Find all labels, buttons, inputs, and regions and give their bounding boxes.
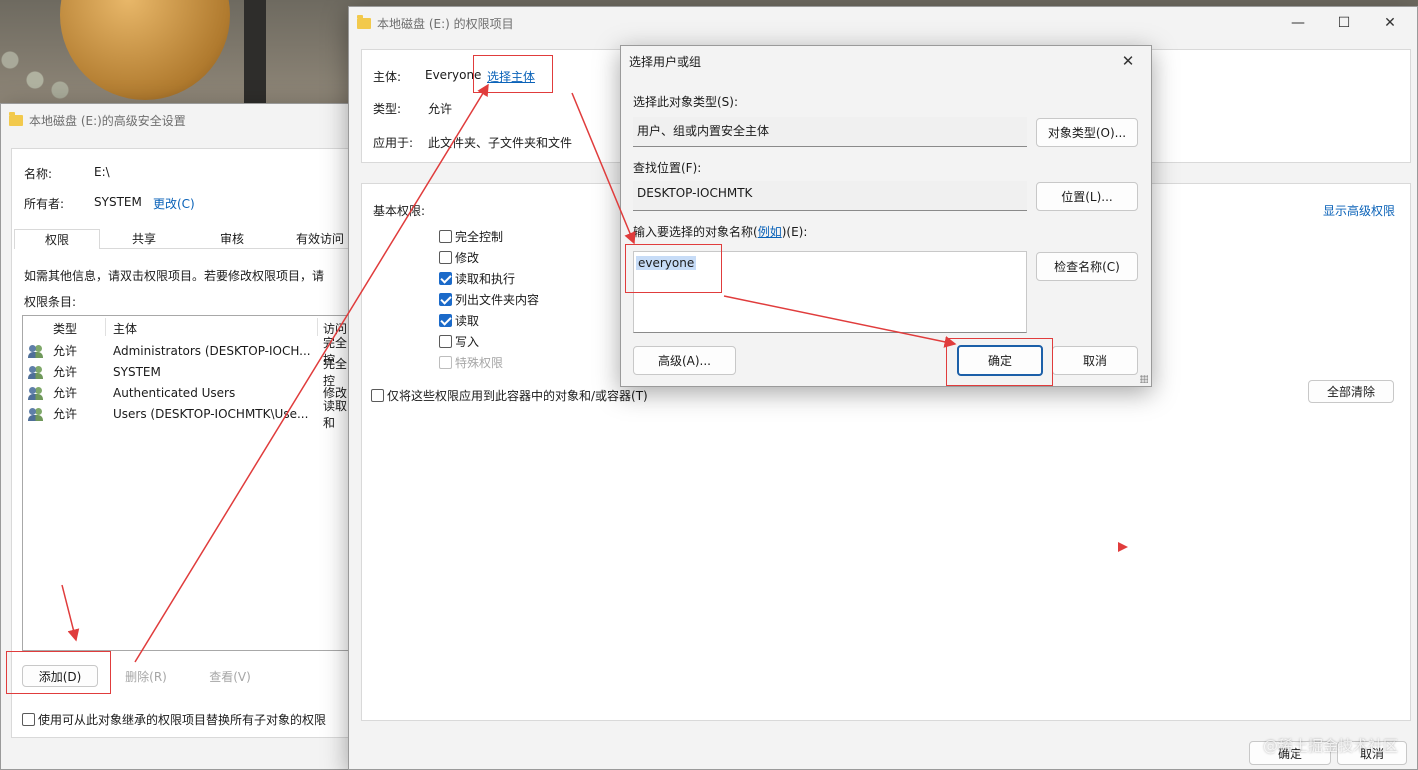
advanced-button[interactable]: 高级(A)... — [633, 346, 736, 375]
remove-button[interactable]: 删除(R) — [108, 665, 184, 687]
owner-label: 所有者: — [24, 197, 65, 211]
user-group-icon — [28, 386, 44, 400]
object-types-button[interactable]: 对象类型(O)... — [1036, 118, 1138, 147]
table-row[interactable]: 允许 Administrators (DESKTOP-IOCH... 完全控 — [23, 336, 357, 367]
watermark-text: @稀土掘金技术社区 — [1262, 737, 1398, 755]
select-users-dialog: 选择用户或组 ✕ 选择此对象类型(S): 用户、组或内置安全主体 对象类型(O)… — [620, 45, 1152, 387]
permission-entries-list[interactable]: 类型 主体 访问 允许 Administrators (DESKTOP-IOCH… — [22, 315, 358, 651]
user-group-icon — [28, 407, 44, 421]
col-type[interactable]: 类型 — [53, 320, 77, 337]
name-label: 名称: — [24, 167, 53, 181]
applies-to-select[interactable]: 此文件夹、子文件夹和文件 — [428, 134, 572, 151]
principal-label: 主体: — [373, 70, 402, 84]
basic-permissions-label: 基本权限: — [373, 204, 426, 218]
row-principal: Users (DESKTOP-IOCHMTK\Use... — [113, 406, 309, 421]
advanced-security-titlebar: 本地磁盘 (E:)的高级安全设置 — [1, 104, 369, 136]
owner-value: SYSTEM — [94, 195, 142, 209]
list-header: 类型 主体 访问 — [23, 316, 357, 338]
perm-modify-label: 修改 — [455, 251, 480, 265]
perm-list-folder-label: 列出文件夹内容 — [455, 293, 540, 307]
examples-link[interactable]: 例如 — [758, 225, 782, 239]
locations-button[interactable]: 位置(L)... — [1036, 182, 1138, 211]
row-principal: SYSTEM — [113, 364, 161, 379]
row-principal: Administrators (DESKTOP-IOCH... — [113, 343, 311, 358]
perm-full-control-checkbox[interactable] — [439, 230, 452, 243]
col-divider — [317, 318, 318, 336]
close-icon[interactable]: ✕ — [1105, 46, 1151, 76]
annotation-box-select-principal — [473, 55, 553, 93]
close-icon[interactable]: ✕ — [1367, 8, 1413, 38]
row-type: 允许 — [53, 344, 78, 358]
advanced-security-panel: 名称: E:\ 所有者: SYSTEM 更改(C) 权限 共享 审核 有效访问 … — [11, 148, 371, 738]
table-row[interactable]: 允许 Users (DESKTOP-IOCHMTK\Use... 读取和 — [23, 399, 357, 430]
perm-list-folder-checkbox[interactable] — [439, 293, 452, 306]
perm-write-label: 写入 — [455, 335, 480, 349]
enter-names-label: 输入要选择的对象名称(例如)(E): — [633, 223, 807, 240]
annotation-box-add — [6, 651, 111, 694]
perm-special-label: 特殊权限 — [455, 356, 504, 370]
table-row[interactable]: 允许 Authenticated Users 修改 — [23, 382, 357, 403]
replace-child-permissions-label[interactable]: 使用可从此对象继承的权限项目替换所有子对象的权限 — [38, 711, 326, 728]
location-label: 查找位置(F): — [633, 161, 702, 175]
annotation-box-ok — [946, 338, 1053, 386]
user-group-icon — [28, 365, 44, 379]
enter-names-label-post: )(E): — [781, 225, 808, 239]
apply-only-container-checkbox[interactable] — [371, 389, 384, 402]
perm-modify-checkbox[interactable] — [439, 251, 452, 264]
change-owner-link[interactable]: 更改(C) — [153, 195, 195, 212]
type-select[interactable]: 允许 — [428, 100, 452, 117]
name-value: E:\ — [94, 165, 110, 179]
applies-to-label: 应用于: — [373, 136, 414, 150]
folder-icon — [357, 14, 371, 29]
resize-grip-icon[interactable] — [1140, 375, 1148, 383]
perm-read-execute-label: 读取和执行 — [455, 272, 516, 286]
tab-auditing[interactable]: 审核 — [188, 229, 276, 249]
enter-names-label-pre: 输入要选择的对象名称( — [633, 225, 758, 239]
perm-special-checkbox — [439, 356, 452, 369]
perm-read-checkbox[interactable] — [439, 314, 452, 327]
row-type: 允许 — [53, 407, 78, 421]
maximize-icon[interactable]: ☐ — [1321, 8, 1367, 38]
folder-icon — [9, 111, 23, 126]
tab-permissions[interactable]: 权限 — [14, 229, 100, 249]
advanced-security-title: 本地磁盘 (E:)的高级安全设置 — [29, 113, 186, 128]
clear-all-button[interactable]: 全部清除 — [1308, 380, 1394, 403]
perm-read-label: 读取 — [455, 314, 480, 328]
col-principal[interactable]: 主体 — [113, 320, 137, 337]
perm-write-checkbox[interactable] — [439, 335, 452, 348]
replace-child-permissions-checkbox[interactable] — [22, 713, 35, 726]
adv-info-text: 如需其他信息，请双击权限项目。若要修改权限项目，请 — [24, 269, 325, 283]
wallpaper-pole — [244, 0, 266, 105]
select-users-titlebar: 选择用户或组 ✕ — [621, 46, 1151, 76]
select-users-title: 选择用户或组 — [629, 54, 702, 69]
adv-tabs: 权限 共享 审核 有效访问 — [14, 229, 364, 249]
window-controls: — ☐ ✕ — [1275, 8, 1413, 38]
object-type-label: 选择此对象类型(S): — [633, 95, 739, 109]
perm-full-control-label: 完全控制 — [455, 230, 504, 244]
check-names-button[interactable]: 检查名称(C) — [1036, 252, 1138, 281]
tab-sharing[interactable]: 共享 — [100, 229, 188, 249]
permission-entries-label: 权限条目: — [24, 295, 77, 309]
permission-entry-title: 本地磁盘 (E:) 的权限项目 — [377, 16, 514, 31]
minimize-icon[interactable]: — — [1275, 8, 1321, 38]
user-group-icon — [28, 344, 44, 358]
view-button[interactable]: 查看(V) — [192, 665, 268, 687]
apply-only-container-label[interactable]: 仅将这些权限应用到此容器中的对象和/或容器(T) — [387, 387, 648, 404]
type-label: 类型: — [373, 102, 402, 116]
row-type: 允许 — [53, 386, 78, 400]
permission-entry-titlebar: 本地磁盘 (E:) 的权限项目 — ☐ ✕ — [349, 7, 1417, 39]
table-row[interactable]: 允许 SYSTEM 完全控 — [23, 357, 357, 388]
row-type: 允许 — [53, 365, 78, 379]
location-field: DESKTOP-IOCHMTK — [633, 181, 1027, 211]
show-advanced-permissions-link[interactable]: 显示高级权限 — [1323, 202, 1395, 219]
col-divider — [105, 318, 106, 336]
dialog-cancel-button[interactable]: 取消 — [1052, 346, 1138, 375]
row-principal: Authenticated Users — [113, 385, 236, 400]
annotation-box-names-input — [625, 244, 722, 293]
perm-read-execute-checkbox[interactable] — [439, 272, 452, 285]
object-type-field: 用户、组或内置安全主体 — [633, 117, 1027, 147]
